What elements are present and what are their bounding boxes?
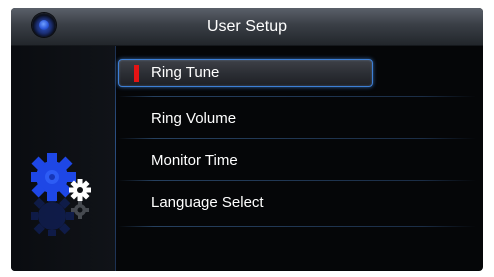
menu-item-label: Monitor Time	[151, 152, 238, 169]
menu-item-label: Ring Volume	[151, 110, 237, 127]
menu-separator	[118, 180, 476, 181]
menu-item-monitor-time[interactable]: Monitor Time	[118, 138, 476, 175]
menu-separator	[118, 226, 476, 227]
selection-marker	[134, 65, 139, 82]
menu-item-label: Ring Tune	[151, 64, 220, 81]
settings-gears-icon	[31, 153, 91, 236]
sidebar	[11, 46, 115, 271]
menu-separator	[118, 138, 476, 139]
header-bar: User Setup	[11, 8, 483, 46]
menu-item-ring-tune[interactable]: Ring Tune	[118, 59, 476, 87]
menu-separator	[118, 96, 476, 97]
menu-item-label: Language Select	[151, 194, 264, 211]
page-title: User Setup	[206, 18, 288, 35]
device-screen: User Setup	[11, 8, 483, 271]
sidebar-divider	[115, 46, 116, 271]
menu-item-ring-volume[interactable]: Ring Volume	[118, 96, 476, 133]
menu-item-language-select[interactable]: Language Select	[118, 180, 476, 227]
